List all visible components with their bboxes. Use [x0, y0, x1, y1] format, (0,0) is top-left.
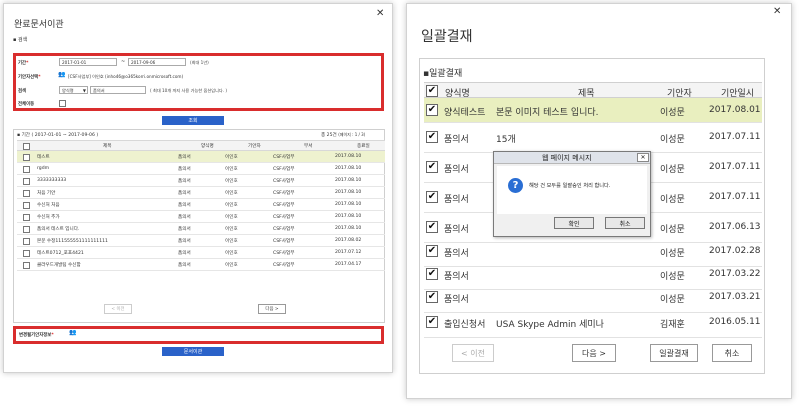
row-checkbox[interactable] [23, 238, 30, 245]
row-checkbox[interactable]: ✔ [426, 131, 438, 143]
results-total: 총 25건 (페이지 : 1 / 3) [321, 132, 366, 138]
table-row[interactable]: 처음 기안 품의서 이인호 CSF사업부 2017.08.10 [17, 187, 385, 199]
row-checkbox[interactable]: ✔ [426, 221, 438, 233]
user-picker-icon[interactable]: 👥 [69, 329, 76, 336]
prev-page-button[interactable]: < 이전 [452, 344, 494, 362]
batch-table-header: ✔ 양식명 제목 기안자 기안일시 [424, 82, 762, 99]
table-row[interactable]: 본문 수정111555551111111111 품의서 이인호 CSF사업부 2… [17, 235, 385, 247]
table-row[interactable]: ✔ 양식테스트 본문 이미지 테스트 입니다. 이성문 2017.08.01 [424, 98, 762, 123]
period-label: 기간* [18, 61, 29, 66]
row-checkbox[interactable]: ✔ [426, 161, 438, 173]
query-button[interactable]: 조회 [162, 116, 224, 125]
row-checkbox[interactable] [23, 154, 30, 161]
column-header: 기안자 [248, 144, 261, 149]
column-header: 제목 [103, 144, 112, 149]
batch-approve-button[interactable]: 일괄결재 [650, 344, 698, 362]
search-label: 검색 [18, 89, 27, 94]
table-row[interactable]: 수신처 추가 품의서 이인호 CSF사업부 2017.08.10 [17, 211, 385, 223]
column-header: 양식명 [201, 144, 214, 149]
cancel-button[interactable]: 취소 [712, 344, 752, 362]
column-header: 종료일 [357, 144, 370, 149]
changer-label: 변경될기안자정보* [19, 333, 54, 338]
row-checkbox[interactable]: ✔ [426, 245, 438, 257]
close-icon[interactable]: ✕ [637, 153, 649, 162]
table-row[interactable]: 품의서 테스트 입니다. 품의서 이인호 CSF사업부 2017.08.10 [17, 223, 385, 235]
period-start-input[interactable]: 2017-01-01 [59, 58, 117, 66]
prev-page-button[interactable]: < 이전 [104, 304, 132, 314]
move-all-label: 전체이동 [18, 102, 35, 107]
row-checkbox[interactable] [23, 202, 30, 209]
chevron-down-icon: ▼ [82, 88, 86, 93]
table-row[interactable]: 수신처 처음 품의서 이인호 CSF사업부 2017.08.10 [17, 199, 385, 211]
results-period-header: ▪ 기간 ( 2017-01-01 ~ 2017-09-06 ) [17, 133, 99, 138]
row-checkbox[interactable] [23, 166, 30, 173]
dialog-cancel-button[interactable]: 취소 [605, 217, 645, 229]
question-icon: ? [508, 178, 523, 193]
close-icon[interactable]: ✕ [376, 8, 384, 19]
table-row[interactable]: ✔ 품의서 15개 이성문 2017.07.11 [424, 123, 762, 153]
table-row[interactable]: ✔ 출입신청서 USA Skype Admin 세미나 김재훈 2016.05.… [424, 308, 762, 338]
row-checkbox[interactable] [23, 190, 30, 197]
period-end-input[interactable]: 2017-09-06 [128, 58, 186, 66]
row-checkbox[interactable] [23, 178, 30, 185]
row-checkbox[interactable] [23, 214, 30, 221]
batch-section-header: ▪일괄결재 [423, 69, 463, 79]
left-dialog-title: 완료문서이관 [14, 20, 64, 30]
drafter-label: 기안자선택* [18, 75, 41, 80]
user-picker-icon[interactable]: 👥 [58, 71, 65, 78]
next-page-button[interactable]: 다음 > [572, 344, 616, 362]
search-hint: ( 최대 10개 까지 사용 가능한 옵션입니다. ) [150, 88, 228, 93]
period-tilde: ~ [121, 59, 126, 65]
next-page-button[interactable]: 다음 > [258, 304, 286, 314]
row-checkbox[interactable]: ✔ [426, 191, 438, 203]
table-row[interactable]: 테스트 품의서 이인호 CSF사업부 2017.08.10 [17, 151, 385, 163]
message-dialog-title: 웹 페이지 메시지 [542, 154, 592, 162]
message-text: 해당 건 모두를 일괄승인 처리 합니다. [529, 183, 611, 189]
table-row[interactable]: 테스트0712_포포4421 품의서 이인호 CSF사업부 2017.07.12 [17, 247, 385, 259]
search-input[interactable]: 품의서 [90, 86, 146, 94]
row-checkbox[interactable] [23, 250, 30, 257]
period-hint: (최대 1년) [190, 60, 209, 65]
move-all-checkbox[interactable] [59, 100, 66, 107]
table-row[interactable]: rgdm 품의서 이인호 CSF사업부 2017.08.10 [17, 163, 385, 175]
right-dialog-title: 일괄결재 [421, 29, 473, 45]
row-checkbox[interactable] [23, 226, 30, 233]
drafter-value: [CSF사업부] 이인호 (inho46@o365korri.onmicroso… [68, 74, 184, 79]
search-field-select[interactable]: 양식명 ▼ [59, 86, 88, 94]
close-icon[interactable]: ✕ [773, 6, 781, 17]
table-row[interactable]: 3333333333 품의서 이인호 CSF사업부 2017.08.10 [17, 175, 385, 187]
row-checkbox[interactable]: ✔ [426, 268, 438, 280]
row-checkbox[interactable]: ✔ [426, 316, 438, 328]
row-checkbox[interactable]: ✔ [426, 104, 438, 116]
select-all-checkbox[interactable] [23, 143, 30, 150]
search-section-header: ▪ 검색 [13, 37, 28, 43]
table-row[interactable]: 클라우드개발팀 수신함 품의서 이인호 CSF사업부 2017.04.17 [17, 259, 385, 271]
results-table-header: 제목 양식명 기안자 부서 종료일 [17, 140, 385, 151]
row-checkbox[interactable] [23, 262, 30, 269]
message-dialog: 웹 페이지 메시지 ✕ ? 해당 건 모두를 일괄승인 처리 합니다. 확인 취… [493, 151, 651, 237]
left-dialog: 완료문서이관 ✕ ▪ 검색 기간* 2017-01-01 ~ 2017-09-0… [3, 3, 393, 373]
row-checkbox[interactable]: ✔ [426, 291, 438, 303]
select-all-checkbox[interactable]: ✔ [426, 85, 438, 97]
move-document-button[interactable]: 문서이관 [162, 347, 224, 356]
column-header: 부서 [304, 144, 313, 149]
ok-button[interactable]: 확인 [554, 217, 594, 229]
